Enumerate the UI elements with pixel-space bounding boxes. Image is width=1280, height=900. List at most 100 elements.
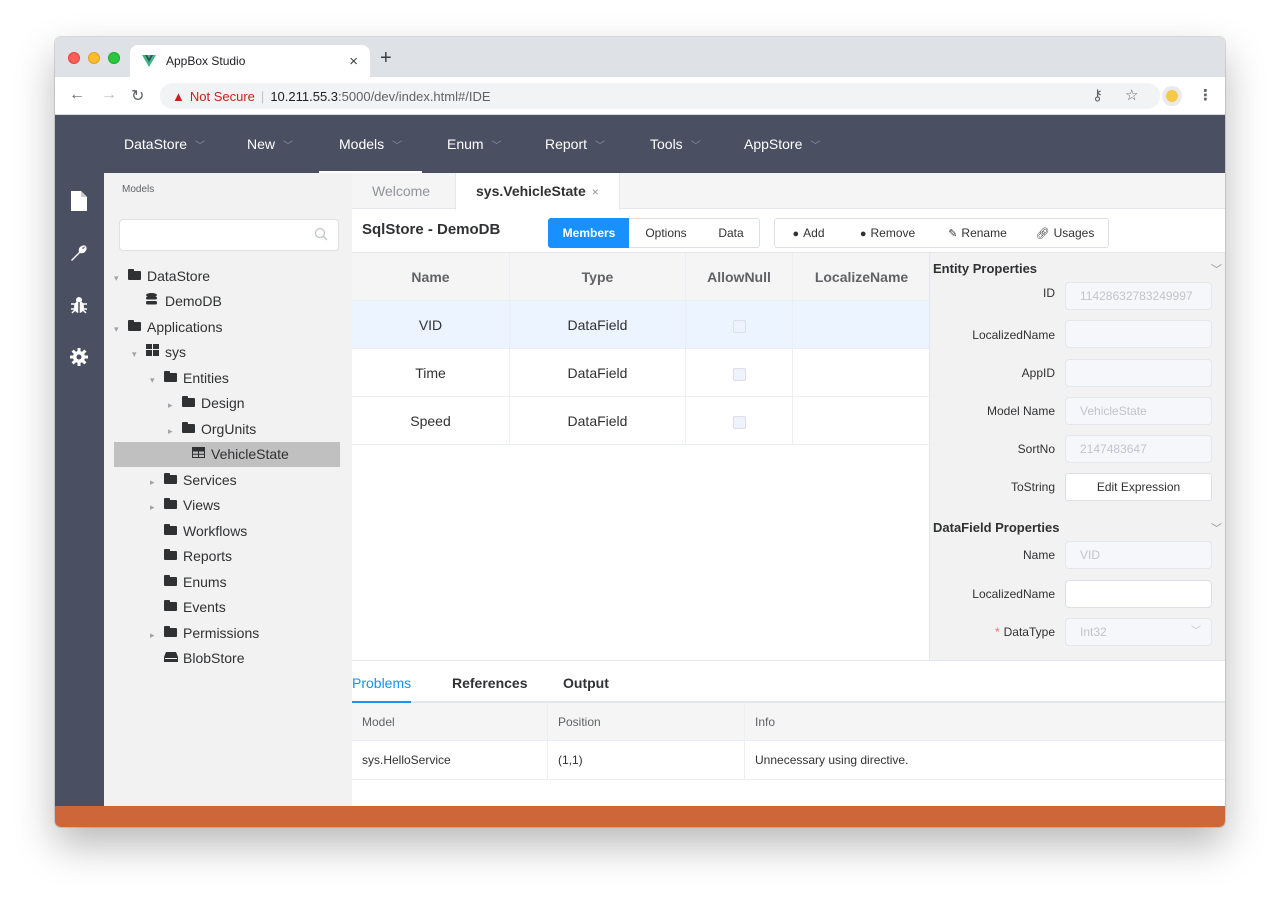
caret-down-icon[interactable]: ▾ <box>132 342 146 367</box>
close-window-button[interactable] <box>68 52 80 64</box>
caret-right-icon[interactable]: ▸ <box>150 495 164 520</box>
rename-button[interactable]: ✎ Rename <box>933 218 1023 248</box>
tree-node-label: Entities <box>183 370 229 386</box>
close-icon[interactable]: × <box>592 185 599 199</box>
menu-report[interactable]: Report ﹀ <box>545 115 605 173</box>
tree-node-views[interactable]: ▸ Views <box>114 493 340 518</box>
reload-icon[interactable]: ↻ <box>131 86 144 106</box>
new-tab-button[interactable]: + <box>380 47 392 70</box>
tree-node-blobstore[interactable]: BlobStore <box>114 646 340 671</box>
menu-tools[interactable]: Tools ﹀ <box>650 115 701 173</box>
hard-drive-icon <box>164 647 178 672</box>
data-button[interactable]: Data <box>703 218 760 248</box>
caret-down-icon[interactable]: ▾ <box>150 368 164 393</box>
add-button[interactable]: ● Add <box>774 218 843 248</box>
column-header-name[interactable]: Name <box>352 253 510 301</box>
tree-node-workflows[interactable]: Workflows <box>114 519 340 544</box>
member-type-cell: DataField <box>510 397 686 445</box>
tab-references[interactable]: References <box>452 675 528 691</box>
caret-right-icon[interactable]: ▸ <box>150 470 164 495</box>
caret-down-icon[interactable]: ▾ <box>114 317 128 342</box>
usages-button[interactable]: 🔗︎ Usages <box>1022 218 1109 248</box>
designer-toolbar: SqlStore - DemoDB Members Options Data ●… <box>352 209 1225 253</box>
model-tree-panel: Models ▾ DataStore DemoDB ▾ Applications ▾… <box>104 173 352 806</box>
column-header-localizename[interactable]: LocalizeName <box>793 253 930 301</box>
table-row[interactable]: VID DataField <box>352 301 929 349</box>
datafield-properties-header[interactable]: DataField Properties ﹀ <box>933 520 1222 535</box>
problem-model-cell: sys.HelloService <box>352 741 548 780</box>
tree-node-enums[interactable]: Enums <box>114 570 340 595</box>
table-row[interactable]: Time DataField <box>352 349 929 397</box>
tree-search-input[interactable] <box>119 219 339 251</box>
tree-node-vehiclestate[interactable]: VehicleState <box>114 442 340 467</box>
caret-down-icon[interactable]: ▾ <box>114 266 128 291</box>
edit-expression-button[interactable]: Edit Expression <box>1065 473 1212 501</box>
table-row[interactable]: Speed DataField <box>352 397 929 445</box>
tree-node-applications[interactable]: ▾ Applications <box>114 315 340 340</box>
tab-problems[interactable]: Problems <box>352 675 411 691</box>
forward-arrow-icon[interactable]: → <box>101 86 117 104</box>
close-tab-icon[interactable]: × <box>349 53 358 70</box>
tree-node-events[interactable]: Events <box>114 595 340 620</box>
model-name-field: VehicleState <box>1065 397 1212 425</box>
tree-node-label: sys <box>165 344 186 360</box>
zoom-window-button[interactable] <box>108 52 120 64</box>
tree-node-reports[interactable]: Reports <box>114 544 340 569</box>
chevron-down-icon: ﹀ <box>283 141 294 152</box>
tree-node-orgunits[interactable]: ▸ OrgUnits <box>114 417 340 442</box>
caret-right-icon[interactable]: ▸ <box>168 419 182 444</box>
back-arrow-icon[interactable]: ← <box>69 86 85 104</box>
field-localizedname-input[interactable] <box>1065 580 1212 608</box>
member-type-cell: DataField <box>510 301 686 349</box>
address-bar[interactable]: ▲ Not Secure | 10.211.55.3 :5000/dev/ind… <box>160 83 1160 109</box>
options-button[interactable]: Options <box>629 218 704 248</box>
allownull-checkbox[interactable] <box>732 319 746 333</box>
more-menu-icon[interactable]: ⋮ <box>1198 86 1213 104</box>
required-marker: * <box>994 625 1000 639</box>
gear-icon[interactable] <box>67 348 91 372</box>
star-icon[interactable]: ☆ <box>1125 86 1138 104</box>
browser-tab[interactable]: AppBox Studio × <box>130 45 370 77</box>
table-row[interactable]: sys.HelloService (1,1) Unnecessary using… <box>352 741 1225 780</box>
menu-models[interactable]: Models ﹀ <box>318 115 423 173</box>
menu-appstore[interactable]: AppStore ﹀ <box>744 115 820 173</box>
localizename-cell <box>793 397 930 445</box>
tree-node-entities[interactable]: ▾ Entities <box>114 366 340 391</box>
tree-node-datastore[interactable]: ▾ DataStore <box>114 264 340 289</box>
tab-output[interactable]: Output <box>563 675 609 691</box>
tree-node-design[interactable]: ▸ Design <box>114 391 340 416</box>
allownull-checkbox[interactable] <box>732 415 746 429</box>
profile-avatar[interactable] <box>1162 86 1182 106</box>
tree-node-services[interactable]: ▸ Services <box>114 468 340 493</box>
tab-vehiclestate[interactable]: sys.VehicleState × <box>455 173 620 210</box>
key-icon[interactable]: ⚷ <box>1092 86 1103 104</box>
bug-icon[interactable] <box>67 296 91 320</box>
member-type-cell: DataField <box>510 349 686 397</box>
allownull-checkbox[interactable] <box>732 367 746 381</box>
entity-properties-header[interactable]: Entity Properties ﹀ <box>933 261 1222 276</box>
member-name-cell: Speed <box>352 397 510 445</box>
section-title: Entity Properties <box>933 261 1038 276</box>
menu-new[interactable]: New ﹀ <box>247 115 293 173</box>
folder-icon <box>164 545 178 570</box>
tree-node-demodb[interactable]: DemoDB <box>114 289 340 314</box>
members-button[interactable]: Members <box>548 218 630 248</box>
menu-label: Report <box>545 136 588 152</box>
minimize-window-button[interactable] <box>88 52 100 64</box>
tab-welcome[interactable]: Welcome <box>352 173 450 209</box>
menu-datastore[interactable]: DataStore ﹀ <box>124 115 205 173</box>
file-icon[interactable] <box>67 191 91 215</box>
column-header-type[interactable]: Type <box>510 253 686 301</box>
folder-icon <box>164 469 178 494</box>
wrench-icon[interactable] <box>67 244 91 268</box>
tree-node-sys[interactable]: ▾ sys <box>114 340 340 365</box>
column-header-allownull[interactable]: AllowNull <box>686 253 793 301</box>
menu-enum[interactable]: Enum ﹀ <box>447 115 502 173</box>
caret-right-icon[interactable]: ▸ <box>150 623 164 648</box>
caret-right-icon[interactable]: ▸ <box>168 393 182 418</box>
folder-icon <box>164 520 178 545</box>
remove-button[interactable]: ● Remove <box>842 218 934 248</box>
panel-title: Models <box>122 184 155 195</box>
tree-node-permissions[interactable]: ▸ Permissions <box>114 621 340 646</box>
chevron-down-icon: ﹀ <box>1191 626 1201 637</box>
